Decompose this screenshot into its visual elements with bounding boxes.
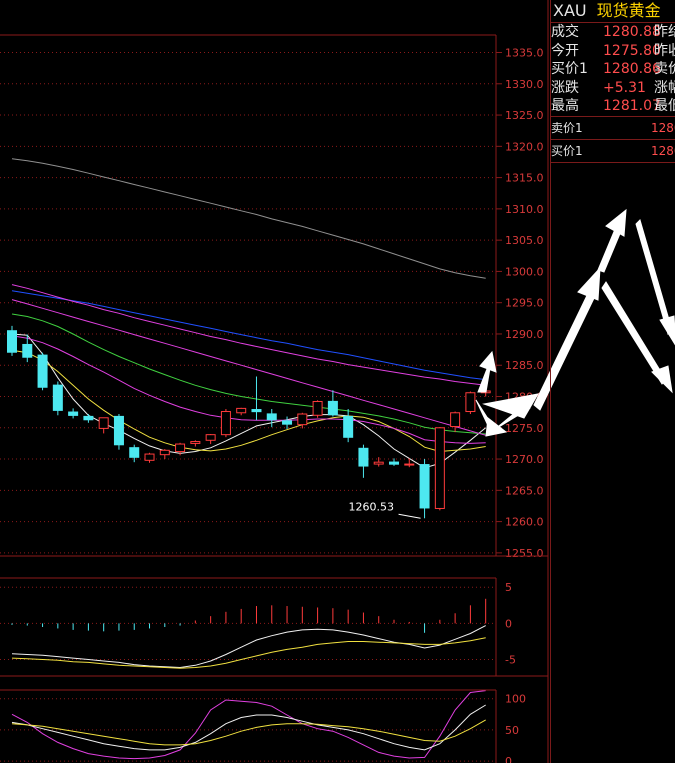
orderbook-value: 1280 bbox=[651, 143, 675, 158]
quote-title: XAU 现货黄金 bbox=[551, 0, 675, 22]
quote-label: 涨跌 bbox=[551, 79, 579, 96]
arrow-head bbox=[482, 393, 539, 419]
quote-value: 1281.07 bbox=[603, 98, 661, 114]
orderbook-row: 卖价1 1280 bbox=[551, 117, 675, 139]
arrow-head bbox=[485, 417, 508, 437]
quote-row: 今开 1275.80 昨收 bbox=[551, 42, 675, 61]
quote-value: +5.31 bbox=[603, 79, 646, 96]
quote-row: 成交 1280.88 昨结 bbox=[551, 23, 675, 42]
orderbook-value: 1280 bbox=[651, 120, 675, 135]
quote-label: 成交 bbox=[551, 24, 579, 40]
quote-label-secondary: 卖价 bbox=[654, 61, 675, 77]
quote-value: 1275.80 bbox=[603, 42, 661, 59]
orderbook-row: 买价1 1280 bbox=[551, 140, 675, 162]
instrument-name: 现货黄金 bbox=[596, 1, 661, 20]
quote-value: 1280.88 bbox=[603, 24, 661, 40]
quote-row: 涨跌 +5.31 涨幅 bbox=[551, 79, 675, 98]
quote-row: 买价1 1280.86 卖价 bbox=[551, 60, 675, 79]
quote-value: 1280.86 bbox=[603, 61, 661, 77]
orderbook-label: 卖价1 bbox=[551, 120, 583, 135]
quote-label-secondary: 昨结 bbox=[654, 24, 675, 40]
quote-label: 买价1 bbox=[551, 61, 588, 77]
orderbook-label: 买价1 bbox=[551, 143, 583, 158]
quote-label: 最高 bbox=[551, 98, 579, 114]
arrow-head bbox=[479, 350, 497, 373]
quote-label-secondary: 最低 bbox=[654, 98, 675, 114]
quote-label-secondary: 涨幅 bbox=[654, 79, 675, 96]
quote-label-secondary: 昨收 bbox=[654, 42, 675, 59]
quote-panel: XAU 现货黄金 成交 1280.88 昨结 今开 1275.80 昨收 买价1 … bbox=[550, 0, 675, 763]
quote-row: 最高 1281.07 最低 bbox=[551, 97, 675, 116]
quote-label: 今开 bbox=[551, 42, 579, 59]
symbol: XAU bbox=[553, 1, 587, 20]
divider bbox=[551, 161, 675, 163]
